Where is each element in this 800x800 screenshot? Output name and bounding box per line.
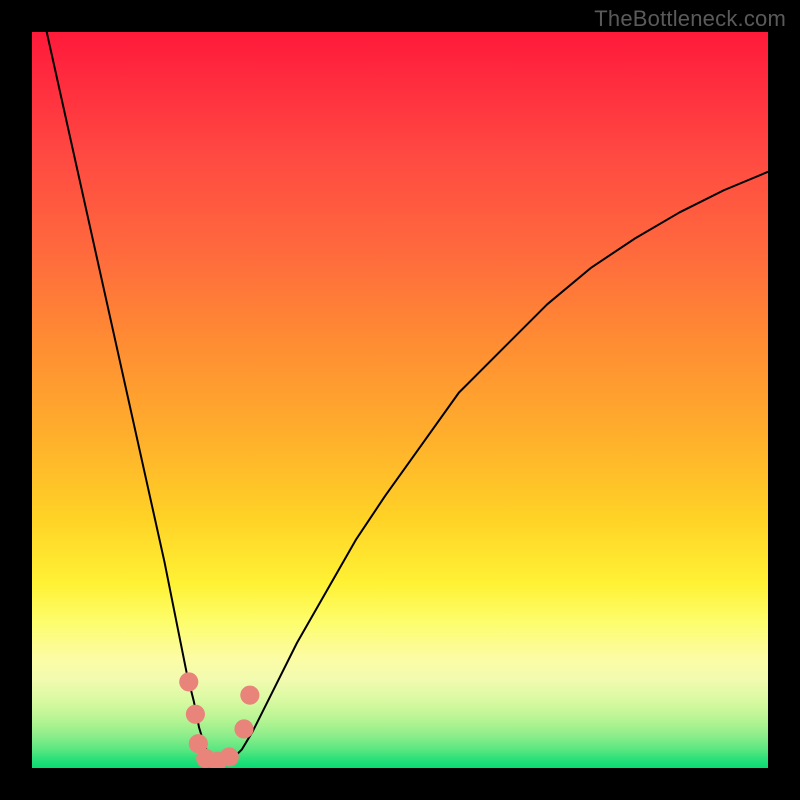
data-point-marker [234, 719, 253, 738]
watermark-text: TheBottleneck.com [594, 6, 786, 32]
bottleneck-curve [47, 32, 768, 764]
curve-layer [32, 32, 768, 768]
data-point-marker [186, 705, 205, 724]
data-point-marker [240, 686, 259, 705]
plot-area [32, 32, 768, 768]
data-point-marker [220, 747, 239, 766]
chart-frame: TheBottleneck.com [0, 0, 800, 800]
data-point-marker [179, 672, 198, 691]
